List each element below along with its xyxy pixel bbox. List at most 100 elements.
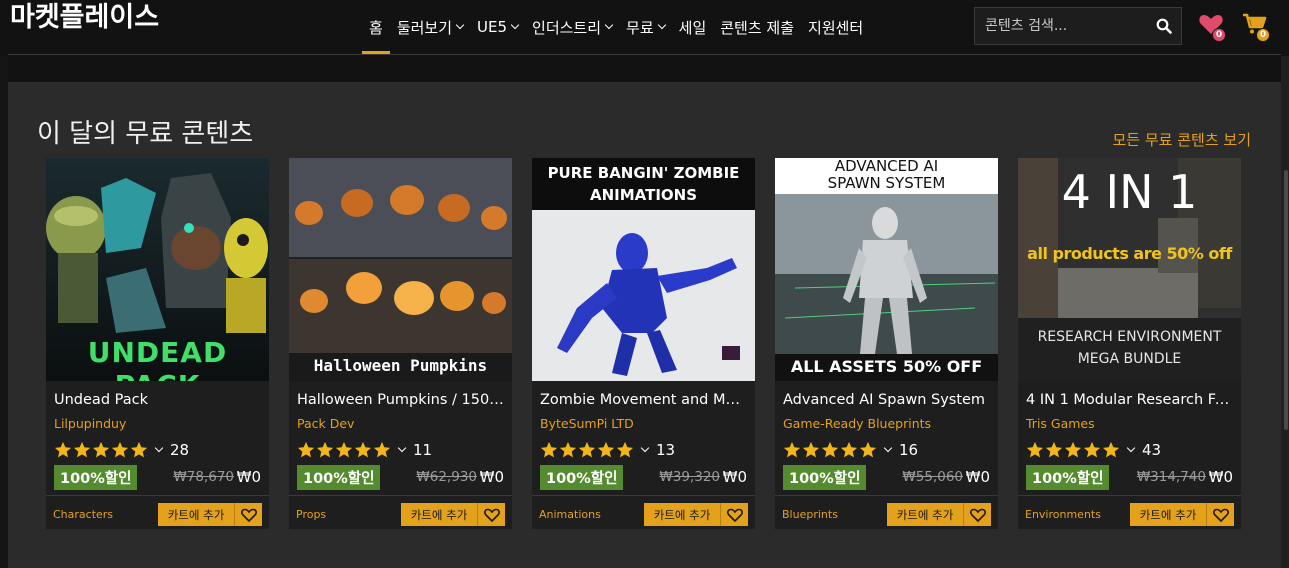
current-price: ₩0 — [1208, 468, 1233, 486]
search-button[interactable] — [1147, 8, 1181, 44]
rating-count: 16 — [899, 441, 919, 459]
product-card-row: UNDEAD PACK Undead Pack Lilpupinduy 28 1… — [46, 158, 1241, 529]
nav-home[interactable]: 홈 — [362, 0, 390, 54]
search-icon — [1156, 18, 1172, 34]
nav-industry[interactable]: 인더스트리 — [525, 0, 619, 54]
heart-outline-icon — [1212, 508, 1229, 522]
product-rating[interactable]: 43 — [1026, 440, 1161, 460]
search-input[interactable] — [975, 18, 1147, 34]
product-rating[interactable]: 16 — [783, 440, 918, 460]
product-rating[interactable]: 11 — [297, 440, 432, 460]
product-category-link[interactable]: Animations — [539, 508, 601, 521]
star-icon — [373, 441, 391, 458]
nav-ue5[interactable]: UE5 — [470, 0, 525, 54]
product-rating[interactable]: 28 — [54, 440, 189, 460]
add-to-cart-button[interactable]: 카트에 추가 — [644, 503, 721, 526]
nav-support-center-label: 지원센터 — [808, 18, 864, 37]
thumbnail-caption: UNDEAD PACK — [87, 336, 228, 381]
chevron-down-icon — [510, 20, 520, 30]
discount-badge: 100%할인 — [297, 465, 381, 490]
star-icon — [316, 441, 334, 458]
product-seller[interactable]: ByteSumPi LTD — [540, 416, 634, 431]
product-title[interactable]: Advanced AI Spawn System — [783, 392, 990, 408]
product-seller[interactable]: Pack Dev — [297, 416, 354, 431]
original-price: ₩55,060 — [902, 469, 963, 485]
current-price: ₩0 — [722, 468, 747, 486]
star-icon — [559, 441, 577, 458]
nav-free[interactable]: 무료 — [619, 0, 672, 54]
product-category-link[interactable]: Environments — [1025, 508, 1101, 521]
original-price: ₩39,320 — [659, 469, 720, 485]
product-title[interactable]: Undead Pack — [54, 392, 261, 408]
nav-submit-content-label: 콘텐츠 제출 — [720, 18, 795, 37]
add-to-cart-button[interactable]: 카트에 추가 — [1130, 503, 1207, 526]
product-card: ADVANCED AI SPAWN SYSTEM ALL ASSETS 50% … — [775, 158, 998, 529]
nav-browse[interactable]: 둘러보기 — [390, 0, 470, 54]
product-thumbnail[interactable]: UNDEAD PACK — [46, 158, 269, 381]
product-category-link[interactable]: Props — [296, 508, 326, 521]
star-icon — [354, 441, 372, 458]
nav-home-label: 홈 — [369, 18, 383, 37]
star-icon — [1026, 441, 1044, 458]
product-thumbnail[interactable]: PURE BANGIN' ZOMBIE ANIMATIONS — [532, 158, 755, 381]
product-category-link[interactable]: Characters — [53, 508, 113, 521]
cart-button[interactable]: 0 — [1242, 12, 1276, 42]
star-icon — [859, 441, 877, 458]
section-title: 이 달의 무료 콘텐츠 — [37, 119, 254, 149]
original-price: ₩78,670 — [173, 469, 234, 485]
card-footer: Props 카트에 추가 — [289, 495, 512, 529]
rating-count: 43 — [1142, 441, 1162, 459]
add-to-wishlist-button[interactable] — [1207, 503, 1234, 526]
wishlist-count-badge: 0 — [1212, 28, 1226, 42]
original-price: ₩62,930 — [416, 469, 477, 485]
nav-submit-content[interactable]: 콘텐츠 제출 — [713, 0, 801, 54]
product-seller[interactable]: Game-Ready Blueprints — [783, 416, 931, 431]
nav-support-center[interactable]: 지원센터 — [801, 0, 870, 54]
original-price: ₩314,740 — [1136, 469, 1206, 485]
card-footer: Environments 카트에 추가 — [1018, 495, 1241, 529]
product-thumbnail[interactable]: 4 IN 1 all products are 50% off RESEARCH… — [1018, 158, 1241, 381]
product-category-link[interactable]: Blueprints — [782, 508, 838, 521]
main-nav: 홈 둘러보기 UE5 인더스트리 무료 세일 콘텐츠 제출 지원센터 — [362, 0, 870, 54]
star-icon — [297, 441, 315, 458]
marketplace-logo[interactable]: 마켓플레이스 — [10, 0, 159, 36]
rating-count: 13 — [656, 441, 676, 459]
scrollbar-thumb[interactable] — [1284, 170, 1288, 430]
wishlist-button[interactable]: 0 — [1198, 12, 1232, 42]
star-icon — [1064, 441, 1082, 458]
nav-free-label: 무료 — [626, 18, 654, 37]
nav-browse-label: 둘러보기 — [396, 18, 453, 37]
discount-badge: 100%할인 — [1026, 465, 1110, 490]
star-icon — [54, 441, 72, 458]
search-box — [974, 7, 1182, 45]
add-to-wishlist-button[interactable] — [235, 503, 262, 526]
product-title[interactable]: Zombie Movement and Modular Animations — [540, 392, 747, 408]
product-title[interactable]: Halloween Pumpkins / 150+ Variations — [297, 392, 504, 408]
product-rating[interactable]: 13 — [540, 440, 675, 460]
product-thumbnail[interactable]: ADVANCED AI SPAWN SYSTEM ALL ASSETS 50% … — [775, 158, 998, 381]
product-seller[interactable]: Tris Games — [1026, 416, 1095, 431]
star-icon — [578, 441, 596, 458]
current-price: ₩0 — [479, 468, 504, 486]
star-icon — [783, 441, 801, 458]
add-to-cart-button[interactable]: 카트에 추가 — [887, 503, 964, 526]
product-seller[interactable]: Lilpupinduy — [54, 416, 126, 431]
rating-stars — [297, 441, 391, 459]
star-icon — [73, 441, 91, 458]
add-to-wishlist-button[interactable] — [964, 503, 991, 526]
heart-outline-icon — [240, 508, 257, 522]
nav-sale[interactable]: 세일 — [672, 0, 714, 54]
current-price: ₩0 — [965, 468, 990, 486]
add-to-cart-button[interactable]: 카트에 추가 — [158, 503, 235, 526]
heart-outline-icon — [483, 508, 500, 522]
add-to-wishlist-button[interactable] — [721, 503, 748, 526]
star-icon — [130, 441, 148, 458]
discount-badge: 100%할인 — [540, 465, 624, 490]
add-to-cart-button[interactable]: 카트에 추가 — [401, 503, 478, 526]
product-thumbnail[interactable]: Halloween Pumpkins — [289, 158, 512, 381]
add-to-wishlist-button[interactable] — [478, 503, 505, 526]
see-all-free-content-link[interactable]: 모든 무료 콘텐츠 보기 — [1112, 129, 1251, 150]
cart-count-badge: 0 — [1256, 28, 1270, 42]
thumbnail-sale-caption: all products are 50% off — [1027, 244, 1232, 263]
product-title[interactable]: 4 IN 1 Modular Research Facility — [1026, 392, 1233, 408]
